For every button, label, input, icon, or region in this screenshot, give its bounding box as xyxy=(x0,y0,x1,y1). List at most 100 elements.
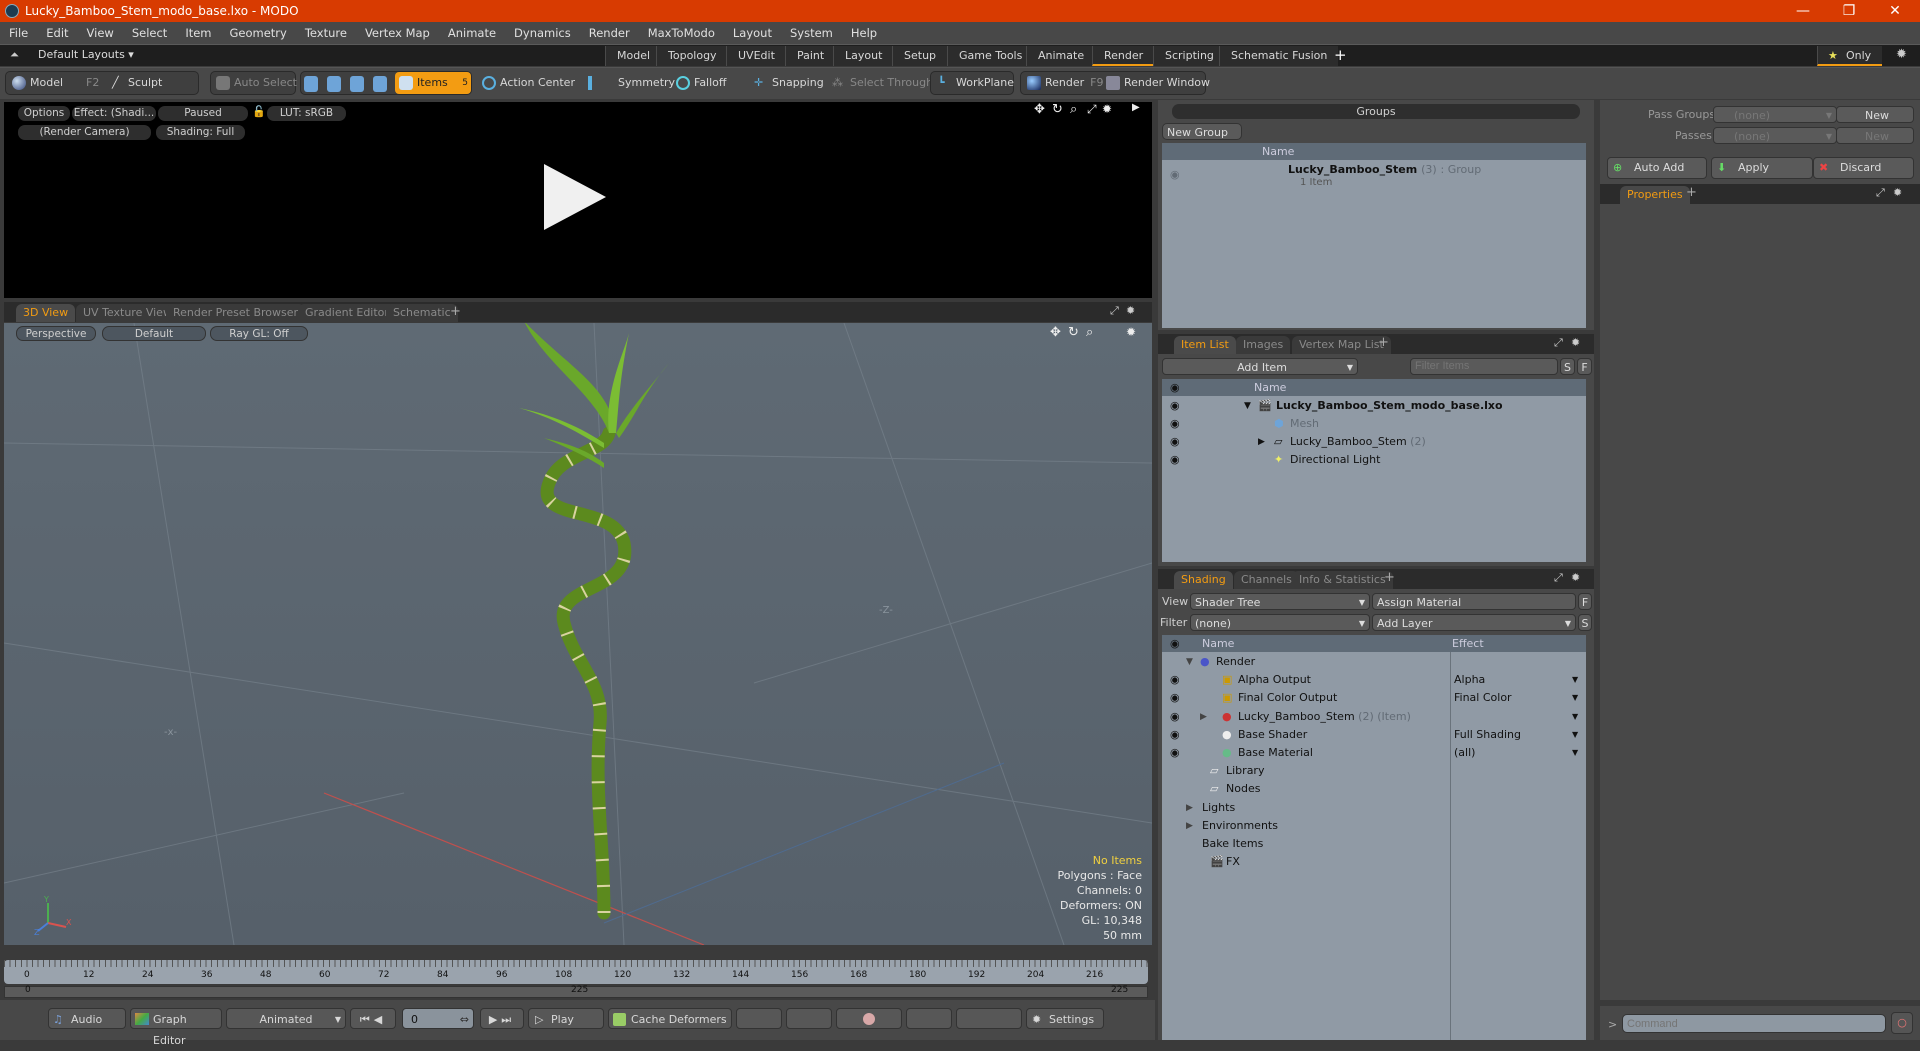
render-window-button[interactable]: Render Window xyxy=(1102,72,1210,94)
add-tab-button[interactable]: + xyxy=(450,304,461,319)
expand-arrow-icon[interactable]: ▼ xyxy=(1186,653,1193,671)
layout-tab-layout[interactable]: Layout xyxy=(833,46,894,66)
next-last-key-buttons[interactable]: ▶⏭ xyxy=(480,1008,524,1029)
menu-system[interactable]: System xyxy=(781,26,842,40)
prev-next-keyframe-buttons[interactable] xyxy=(786,1008,832,1029)
add-layout-button[interactable]: + xyxy=(1334,46,1347,64)
layout-tab-topology[interactable]: Topology xyxy=(656,46,728,66)
eye-icon[interactable]: ◉ xyxy=(1170,415,1180,433)
expand-arrow-icon[interactable]: ▶ xyxy=(1258,433,1265,451)
render-button[interactable]: Render F9 xyxy=(1023,72,1104,94)
graph-editor-button[interactable]: Graph Editor xyxy=(130,1008,222,1047)
expand-arrow-icon[interactable]: ▶ xyxy=(1200,708,1207,726)
group-row[interactable]: ◉ Lucky_Bamboo_Stem (3) : Group 1 Item xyxy=(1162,161,1586,191)
list-item[interactable]: ◉ ✦ Directional Light xyxy=(1162,451,1586,469)
tab-shading[interactable]: Shading xyxy=(1174,571,1233,589)
restore-button[interactable]: ❐ xyxy=(1826,0,1872,22)
expand-arrow-icon[interactable]: ▶ xyxy=(1186,799,1193,817)
item-tree[interactable]: ◉ Name ◉ ▼ 🎬 Lucky_Bamboo_Stem_modo_base.lxo… xyxy=(1162,379,1586,562)
rotate-icon[interactable]: ↻ xyxy=(1052,102,1063,117)
layout-tab-setup[interactable]: Setup xyxy=(892,46,948,66)
only-toggle[interactable]: ★ Only xyxy=(1817,46,1883,66)
gear-icon[interactable]: ✹ xyxy=(1571,336,1580,349)
filter-items-input[interactable] xyxy=(1410,358,1558,375)
s-button[interactable]: S xyxy=(1560,358,1575,375)
paused-button[interactable]: Paused xyxy=(158,106,248,121)
menu-select[interactable]: Select xyxy=(123,26,176,40)
shader-tree-row[interactable]: ▼ ● Render xyxy=(1162,653,1586,671)
tab-channels[interactable]: Channels xyxy=(1234,571,1299,589)
add-tab-button[interactable]: + xyxy=(1384,570,1395,585)
3d-viewport[interactable]: -x- -Z- Perspective Default Ray GL: Off … xyxy=(4,323,1152,945)
shader-tree-row[interactable]: ▱ Library xyxy=(1162,762,1586,780)
list-item[interactable]: ◉ ⬢ Mesh xyxy=(1162,415,1586,433)
eye-icon[interactable]: ◉ xyxy=(1170,166,1180,184)
gear-icon[interactable]: ✹ xyxy=(1126,325,1136,339)
eye-icon[interactable]: ◉ xyxy=(1170,708,1180,726)
layout-tab-scripting[interactable]: Scripting xyxy=(1153,46,1225,66)
menu-dynamics[interactable]: Dynamics xyxy=(505,26,580,40)
eye-icon[interactable]: ◉ xyxy=(1170,451,1180,469)
raygl-dropdown[interactable]: Ray GL: Off xyxy=(210,326,308,341)
tab-3d-view[interactable]: 3D View xyxy=(16,304,76,322)
layout-tab-paint[interactable]: Paint xyxy=(785,46,836,66)
play-icon[interactable] xyxy=(540,162,610,232)
menu-render[interactable]: Render xyxy=(580,26,639,40)
tab-item-list[interactable]: Item List xyxy=(1174,336,1236,354)
effect-value[interactable]: Full Shading xyxy=(1454,726,1521,744)
add-layer-dropdown[interactable]: Add Layer ▼ xyxy=(1372,614,1576,631)
tab-uv-texture-view[interactable]: UV Texture View xyxy=(76,304,179,322)
render-preview[interactable]: Options Effect: (Shadi... Paused 🔓 LUT: … xyxy=(4,102,1152,298)
add-item-dropdown[interactable]: Add Item ▼ xyxy=(1162,358,1358,375)
eye-icon[interactable]: ◉ xyxy=(1170,726,1180,744)
pan-icon[interactable]: ✥ xyxy=(1034,102,1045,117)
menu-view[interactable]: View xyxy=(78,26,123,40)
expand-arrow-icon[interactable]: ▶ xyxy=(1132,102,1140,113)
f-button[interactable]: F xyxy=(1577,358,1592,375)
discard-button[interactable]: ✖ Discard xyxy=(1813,157,1914,179)
minimize-button[interactable]: — xyxy=(1780,0,1826,22)
step-key-buttons[interactable] xyxy=(906,1008,952,1029)
frame-field[interactable]: 0 ⇔ xyxy=(402,1008,474,1029)
eye-icon[interactable]: ◉ xyxy=(1170,671,1180,689)
key-up-down-buttons[interactable] xyxy=(736,1008,782,1029)
menu-file[interactable]: File xyxy=(0,26,37,40)
menu-help[interactable]: Help xyxy=(842,26,886,40)
snapping-button[interactable]: ✛ Snapping xyxy=(750,72,824,94)
eye-icon[interactable]: ◉ xyxy=(1170,433,1180,451)
shader-tree-row[interactable]: ▱ Nodes xyxy=(1162,780,1586,798)
gear-icon[interactable]: ✹ xyxy=(1893,186,1902,199)
shading-dropdown[interactable]: Shading: Full xyxy=(156,125,245,140)
effect-value[interactable]: (all) xyxy=(1454,744,1475,762)
tab-schematic[interactable]: Schematic xyxy=(386,304,458,322)
groups-list[interactable]: Name ◉ Lucky_Bamboo_Stem (3) : Group 1 I… xyxy=(1162,143,1586,328)
eye-icon[interactable]: ◉ xyxy=(1170,744,1180,762)
tab-vertex-map-list[interactable]: Vertex Map List xyxy=(1292,336,1391,354)
animated-dropdown[interactable]: Animated ▼ xyxy=(226,1008,346,1029)
rotate-icon[interactable]: ↻ xyxy=(1068,325,1079,340)
timeline[interactable]: 0 12 24 36 48 60 72 84 96 108 120 132 144 156 168 180 19… xyxy=(4,958,1152,998)
layout-tab-render[interactable]: Render xyxy=(1092,46,1155,66)
new-group-button[interactable]: New Group xyxy=(1162,123,1242,140)
perspective-dropdown[interactable]: Perspective xyxy=(16,326,96,341)
expand-arrow-icon[interactable]: ▶ xyxy=(1186,817,1193,835)
new-pass-button[interactable]: New xyxy=(1836,127,1914,144)
materials-mode-icon[interactable] xyxy=(373,76,387,92)
command-input[interactable] xyxy=(1622,1014,1886,1033)
first-prev-key-buttons[interactable]: ⏮◀ xyxy=(350,1008,396,1029)
camera-dropdown[interactable]: (Render Camera) xyxy=(18,125,151,140)
key-tools-buttons[interactable] xyxy=(956,1008,1022,1029)
shader-tree-row[interactable]: ▶ Lights xyxy=(1162,799,1586,817)
workplane-button[interactable]: ┗ WorkPlane xyxy=(934,72,1014,94)
tab-images[interactable]: Images xyxy=(1236,336,1291,354)
bamboo-model[interactable] xyxy=(519,323,669,920)
auto-select-button[interactable]: Auto Select xyxy=(212,72,297,94)
maximize-icon[interactable]: ⤢ xyxy=(1554,571,1563,585)
gear-icon[interactable]: ✹ xyxy=(1571,571,1580,584)
range-bar[interactable]: 0 225 225 xyxy=(4,985,1148,998)
menu-vertex-map[interactable]: Vertex Map xyxy=(356,26,439,40)
play-button[interactable]: ▷ Play xyxy=(528,1008,604,1029)
effect-dropdown-icon[interactable]: ▼ xyxy=(1572,726,1578,744)
shader-tree[interactable]: ◉ Name Effect ▼ ● Render ◉ ▣ Alpha Output Alph… xyxy=(1162,635,1586,1040)
layout-tab-uvedit[interactable]: UVEdit xyxy=(726,46,786,66)
